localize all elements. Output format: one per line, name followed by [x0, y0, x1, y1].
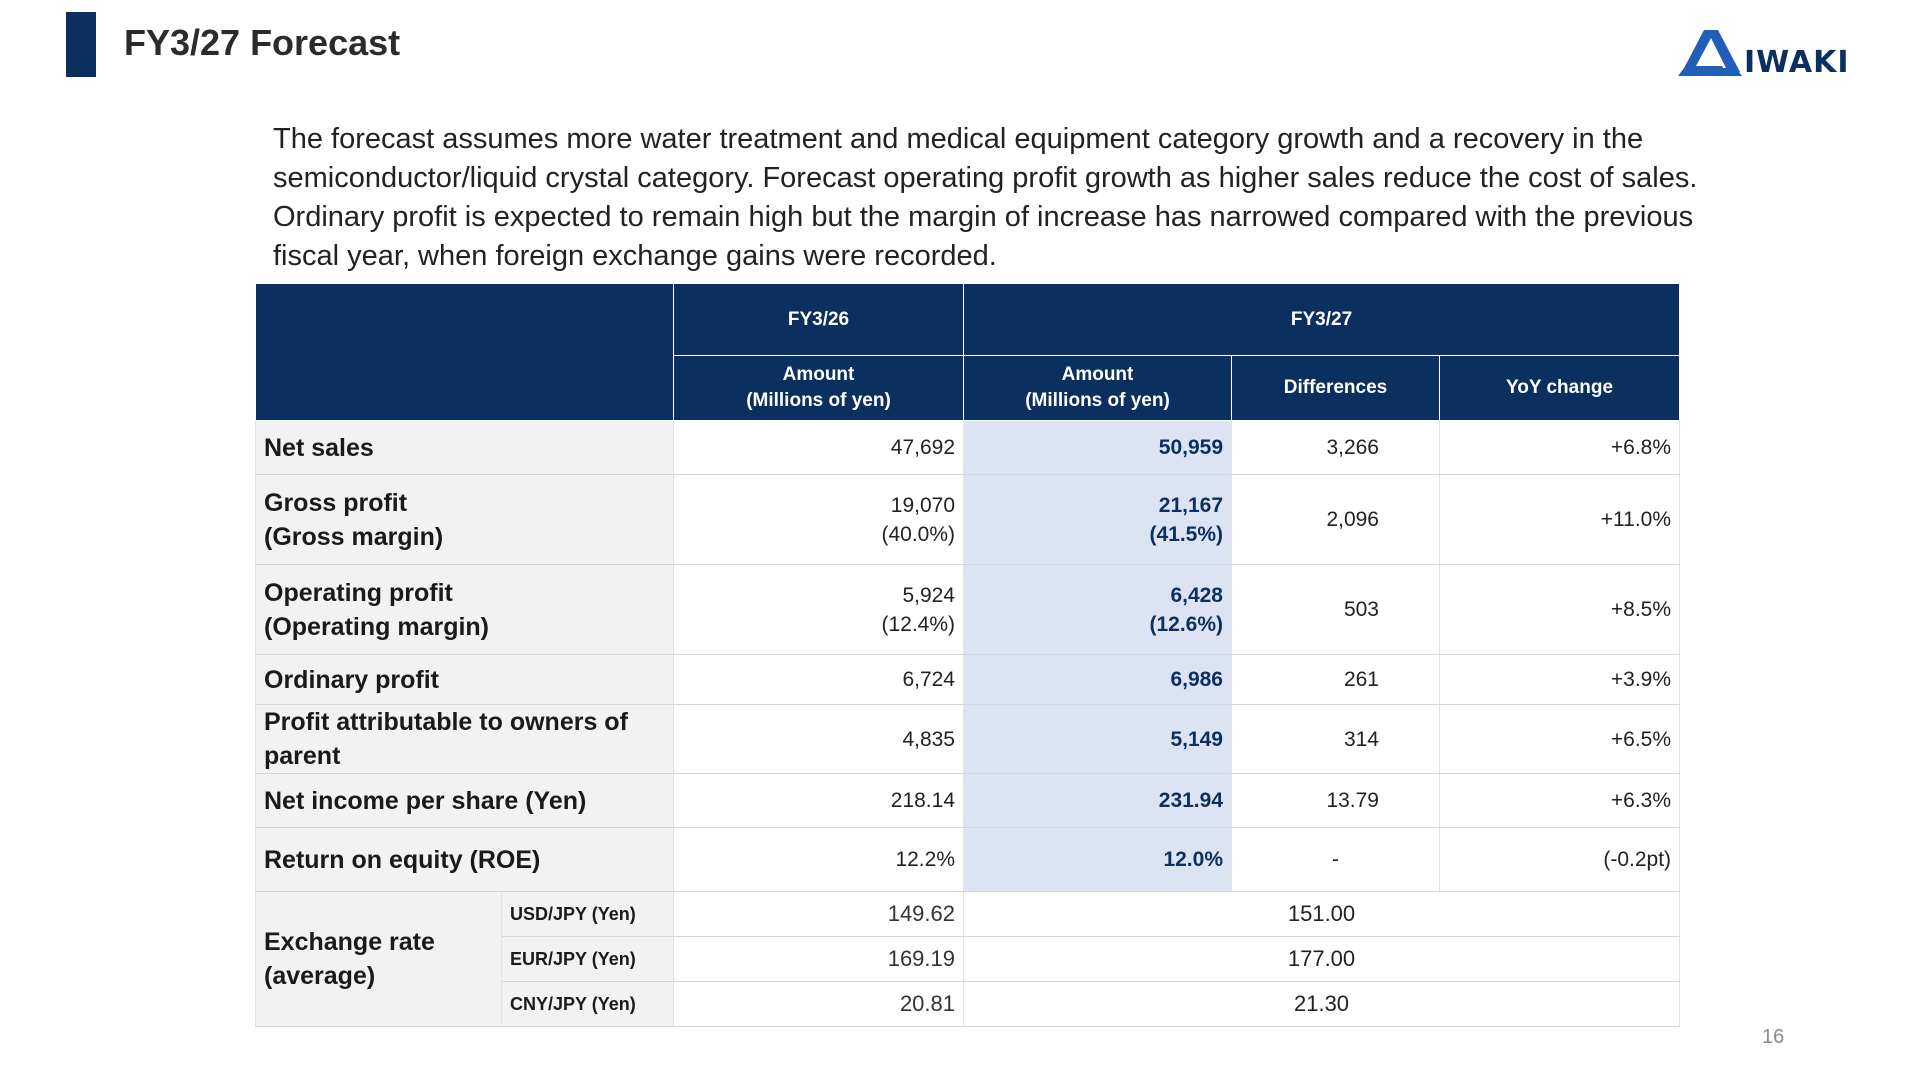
yoy-value: +6.8%: [1438, 420, 1681, 475]
page-title: FY3/27 Forecast: [124, 22, 401, 63]
yoy-value: +6.3%: [1438, 773, 1681, 828]
fy26-amount: 218.14: [673, 773, 964, 828]
fy27-amount: 6,986: [963, 654, 1232, 705]
yoy-value: (-0.2pt): [1438, 827, 1681, 892]
header-blank-cell: [255, 283, 674, 421]
table-row: Gross profit (Gross margin) 19,070 (40.0%)…: [255, 474, 1681, 565]
fy27-amount: 21,167 (41.5%): [963, 474, 1232, 565]
table-row: Return on equity (ROE) 12.2% 12.0% - (-0…: [255, 827, 1681, 892]
table-row: Ordinary profit 6,724 6,986 261 +3.9%: [255, 654, 1681, 705]
fx-fy27: 177.00: [962, 936, 1681, 982]
iwaki-logo: IWAKI: [1678, 26, 1868, 78]
fx-fy26: 169.19: [673, 936, 964, 982]
currency-pair: EUR/JPY (Yen): [501, 936, 674, 982]
row-label: Return on equity (ROE): [255, 827, 674, 892]
table-row: Operating profit (Operating margin) 5,924…: [255, 564, 1681, 655]
row-label: Profit attributable to owners of parent: [255, 704, 674, 774]
difference-value: 503: [1231, 564, 1440, 655]
header-amount-unit: (Millions of yen): [1025, 390, 1170, 411]
fx-fy27: 151.00: [962, 891, 1681, 937]
header-differences: Differences: [1231, 355, 1440, 421]
table-row: Profit attributable to owners of parent 4…: [255, 704, 1681, 774]
row-label: Ordinary profit: [255, 654, 674, 705]
currency-pair: CNY/JPY (Yen): [501, 981, 674, 1027]
table-row: Net sales 47,692 50,959 3,266 +6.8%: [255, 420, 1681, 475]
iwaki-logo-icon: IWAKI: [1678, 30, 1850, 78]
svg-text:IWAKI: IWAKI: [1744, 45, 1850, 78]
difference-value: -: [1231, 827, 1440, 892]
row-label: Gross profit (Gross margin): [255, 474, 674, 565]
header-amount-unit: (Millions of yen): [746, 390, 891, 411]
yoy-value: +3.9%: [1438, 654, 1681, 705]
yoy-value: +6.5%: [1438, 704, 1681, 774]
header-amount-fy26: Amount (Millions of yen): [673, 355, 964, 421]
yoy-value: +11.0%: [1438, 474, 1681, 565]
header-yoy-change: YoY change: [1438, 355, 1681, 421]
header-amount-label: Amount: [782, 364, 855, 385]
row-label: Net income per share (Yen): [255, 773, 674, 828]
fy26-amount: 12.2%: [673, 827, 964, 892]
fy26-amount: 6,724: [673, 654, 964, 705]
fx-row: Exchange rate (average) USD/JPY (Yen) 149…: [255, 891, 1681, 1027]
header-fy27: FY3/27: [962, 283, 1681, 356]
difference-value: 3,266: [1231, 420, 1440, 475]
fy26-amount: 47,692: [673, 420, 964, 475]
difference-value: 261: [1231, 654, 1440, 705]
fy26-amount: 5,924 (12.4%): [673, 564, 964, 655]
fx-fy27: 21.30: [962, 981, 1681, 1027]
difference-value: 314: [1231, 704, 1440, 774]
row-label: Net sales: [255, 420, 674, 475]
fy27-amount: 231.94: [963, 773, 1232, 828]
page-number: 16: [1762, 1026, 1785, 1048]
difference-value: 2,096: [1231, 474, 1440, 565]
fx-fy26: 20.81: [673, 981, 964, 1027]
fx-fy26: 149.62: [673, 891, 964, 937]
fy27-amount: 5,149: [963, 704, 1232, 774]
forecast-description: The forecast assumes more water treatmen…: [273, 123, 1698, 272]
forecast-table: FY3/26 FY3/27 Amount (Millions of yen) A…: [255, 283, 1681, 1027]
difference-value: 13.79: [1231, 773, 1440, 828]
table-row: Net income per share (Yen) 218.14 231.94…: [255, 773, 1681, 828]
header-fy26: FY3/26: [673, 283, 964, 356]
currency-pair: USD/JPY (Yen): [501, 891, 674, 937]
fy26-amount: 4,835: [673, 704, 964, 774]
fy26-amount: 19,070 (40.0%): [673, 474, 964, 565]
fy27-amount: 12.0%: [963, 827, 1232, 892]
title-accent-bar: [66, 12, 96, 77]
row-label: Operating profit (Operating margin): [255, 564, 674, 655]
fy27-amount: 6,428 (12.6%): [963, 564, 1232, 655]
exchange-rate-label: Exchange rate (average): [255, 891, 502, 1027]
fy27-amount: 50,959: [963, 420, 1232, 475]
header-amount-label: Amount: [1061, 364, 1134, 385]
header-amount-fy27: Amount (Millions of yen): [963, 355, 1232, 421]
yoy-value: +8.5%: [1438, 564, 1681, 655]
